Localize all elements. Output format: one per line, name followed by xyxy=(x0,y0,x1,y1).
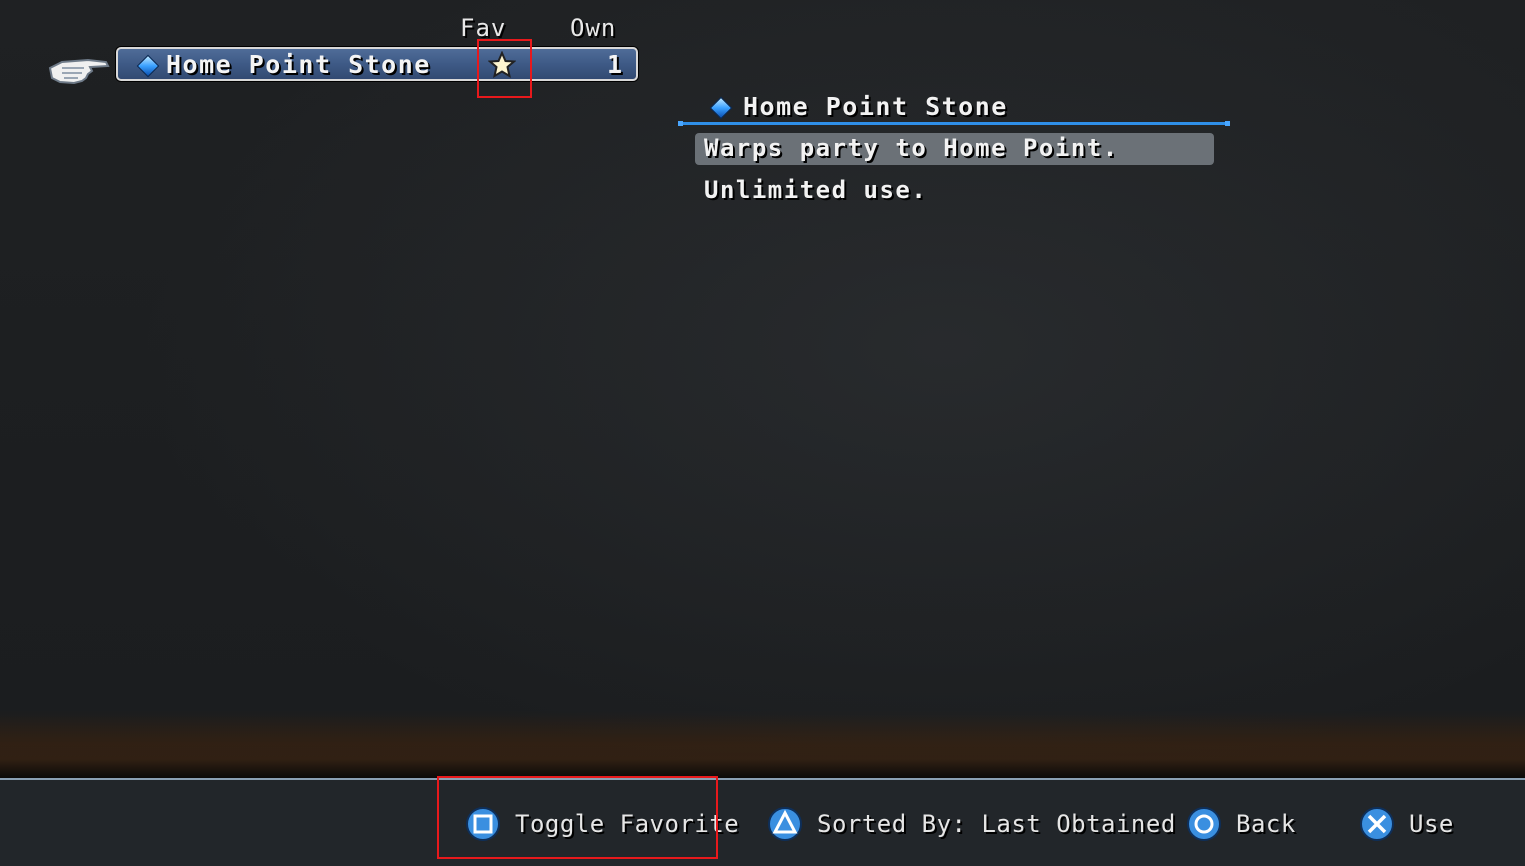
key-item-diamond-icon xyxy=(136,54,160,78)
favorite-highlight-box xyxy=(477,39,532,98)
detail-divider xyxy=(678,121,1230,126)
triangle-button-icon xyxy=(768,807,802,841)
pointing-hand-cursor-icon xyxy=(48,58,110,85)
item-name: Home Point Stone xyxy=(166,50,431,79)
background-glow xyxy=(0,715,1525,778)
own-column-header: Own xyxy=(570,14,617,42)
sort-label: Sorted By: Last Obtained xyxy=(817,810,1176,838)
detail-title: Home Point Stone xyxy=(743,92,1008,121)
circle-button-icon xyxy=(1187,807,1221,841)
toggle-favorite-highlight-box xyxy=(437,776,718,859)
back-label: Back xyxy=(1236,810,1296,838)
description-line-1: Warps party to Home Point. xyxy=(704,134,1119,162)
own-count: 1 xyxy=(606,50,622,79)
fav-column-header: Fav xyxy=(460,14,507,42)
use-label: Use xyxy=(1409,810,1454,838)
back-hint[interactable]: Back xyxy=(1186,804,1296,844)
item-row-home-point-stone[interactable]: Home Point Stone 1 xyxy=(116,47,638,81)
button-hint-bar: Toggle Favorite Sorted By: Last Obtained… xyxy=(0,778,1525,866)
cross-button-icon xyxy=(1360,807,1394,841)
description-line-2: Unlimited use. xyxy=(704,176,928,204)
sort-hint[interactable]: Sorted By: Last Obtained xyxy=(767,804,1176,844)
use-hint[interactable]: Use xyxy=(1359,804,1454,844)
